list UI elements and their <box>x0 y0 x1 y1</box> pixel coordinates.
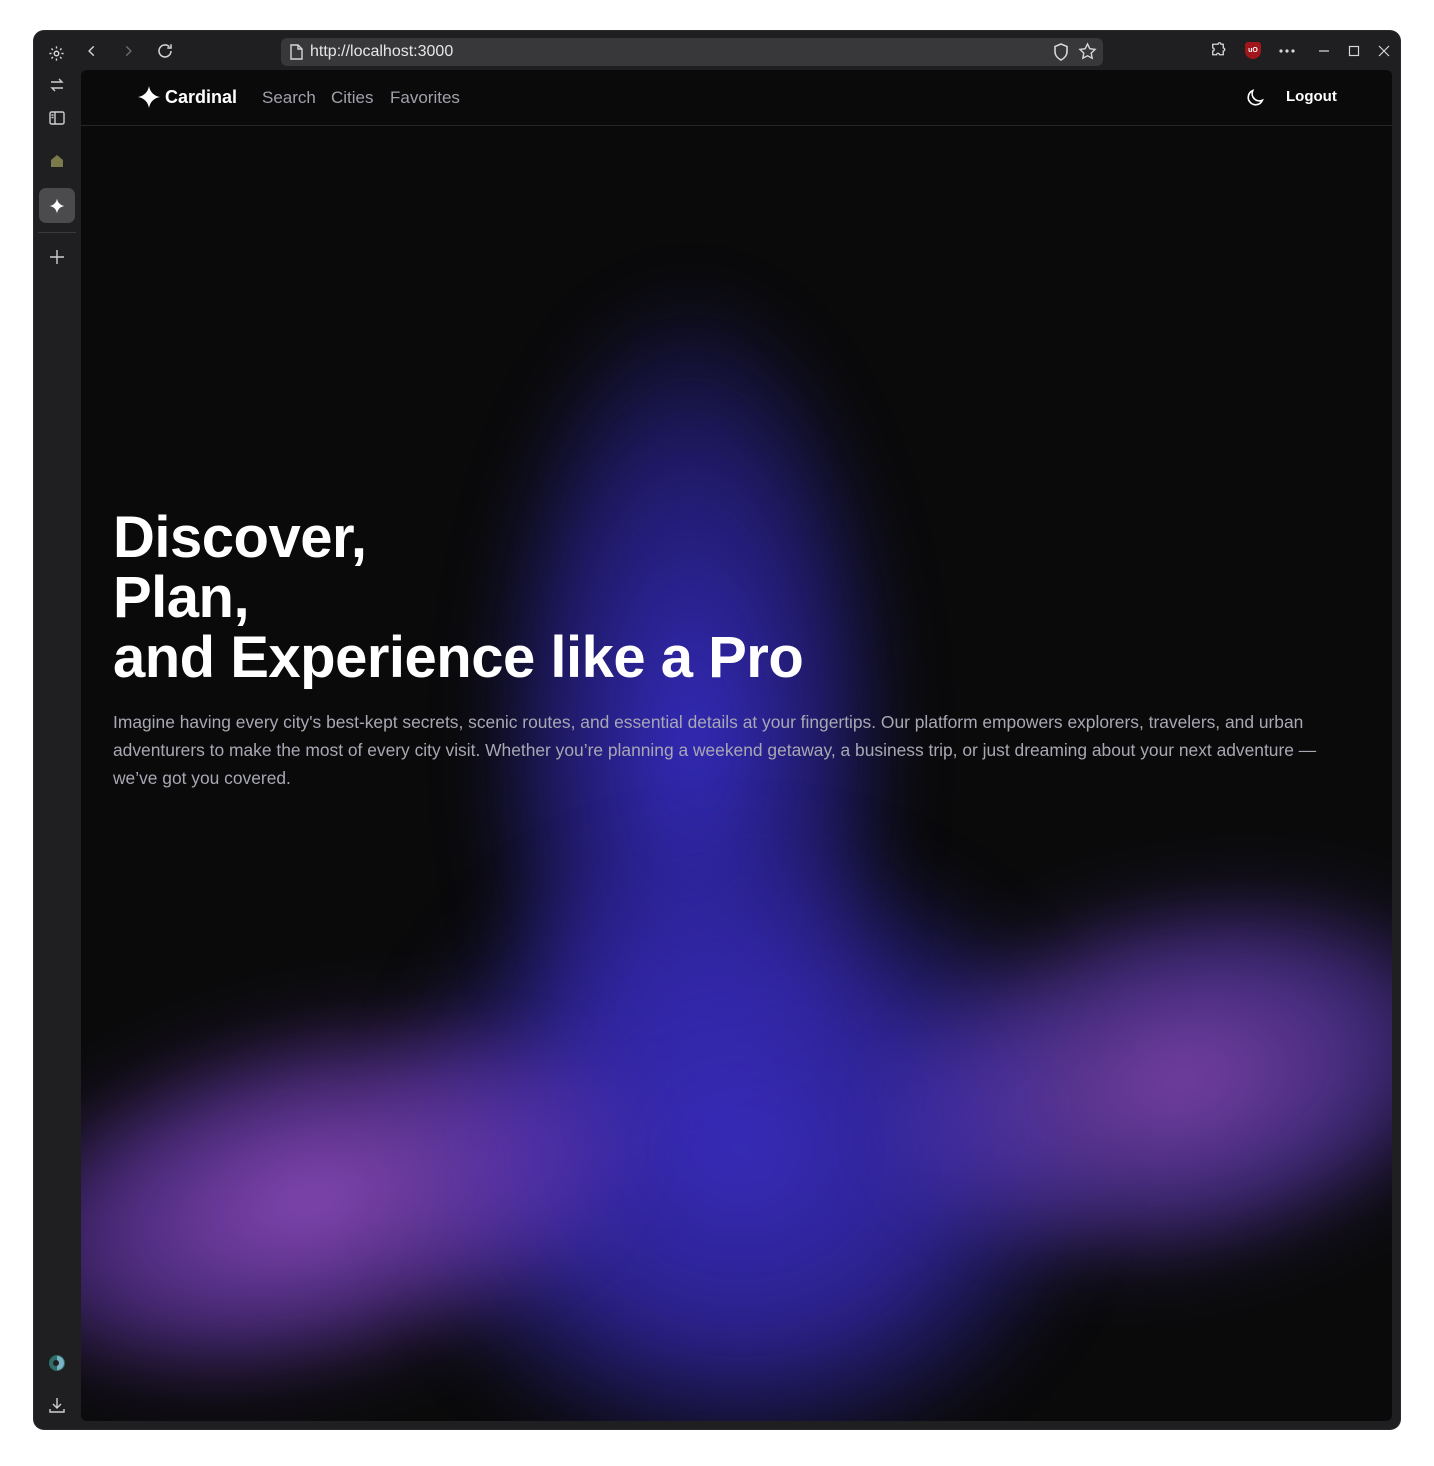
nav-link-search[interactable]: Search <box>262 88 316 108</box>
address-bar[interactable]: http://localhost:3000 <box>281 38 1103 66</box>
maximize-icon[interactable] <box>1342 39 1366 63</box>
avatar-icon[interactable] <box>45 1351 69 1375</box>
sidebar-toggle-icon[interactable] <box>45 106 69 130</box>
plus-icon[interactable] <box>45 245 69 269</box>
background-glow <box>828 827 1392 1333</box>
background-glow <box>81 940 695 1421</box>
puzzle-icon[interactable] <box>1206 39 1230 63</box>
house-icon[interactable] <box>45 149 69 173</box>
close-icon[interactable] <box>1372 39 1396 63</box>
gear-icon[interactable] <box>44 41 68 65</box>
moon-icon[interactable] <box>1244 87 1266 109</box>
switch-icon[interactable] <box>45 73 69 97</box>
download-icon[interactable] <box>45 1393 69 1417</box>
ublock-icon[interactable]: uO <box>1245 42 1261 59</box>
shield-icon[interactable] <box>1053 43 1069 66</box>
page-icon <box>290 44 303 65</box>
hero-section: Discover, Plan, and Experience like a Pr… <box>113 508 1373 792</box>
reload-icon[interactable] <box>153 39 177 63</box>
minimize-icon[interactable] <box>1312 39 1336 63</box>
star-icon[interactable] <box>1078 42 1097 66</box>
forward-arrow-icon[interactable] <box>116 39 140 63</box>
page-viewport: Cardinal Search Cities Favorites Logout … <box>81 70 1392 1421</box>
hero-title: Discover, Plan, and Experience like a Pr… <box>113 508 1373 688</box>
hero-title-line: Plan, <box>113 565 250 630</box>
sidebar-divider <box>38 232 76 233</box>
nav-link-cities[interactable]: Cities <box>331 88 374 108</box>
nav-link-favorites[interactable]: Favorites <box>390 88 460 108</box>
browser-sidebar <box>34 69 80 1429</box>
sparkle-logo-icon <box>138 86 160 108</box>
background-glow <box>381 830 1101 1421</box>
logout-button[interactable]: Logout <box>1286 88 1337 105</box>
hero-description: Imagine having every city's best-kept se… <box>113 712 1317 788</box>
back-arrow-icon[interactable] <box>80 39 104 63</box>
site-nav: Cardinal Search Cities Favorites Logout <box>81 70 1392 126</box>
brand-name: Cardinal <box>165 86 238 107</box>
browser-window: http://localhost:3000 uO Cardinal Search… <box>34 31 1400 1429</box>
hero-title-line: and Experience like a Pro <box>113 625 804 690</box>
brand-link[interactable]: Cardinal <box>137 85 237 109</box>
browser-toolbar: http://localhost:3000 uO <box>34 31 1400 69</box>
url-text: http://localhost:3000 <box>310 43 454 60</box>
hero-title-line: Discover, <box>113 505 367 570</box>
more-icon[interactable] <box>1275 39 1299 63</box>
sparkle-tab-icon[interactable] <box>39 188 75 223</box>
